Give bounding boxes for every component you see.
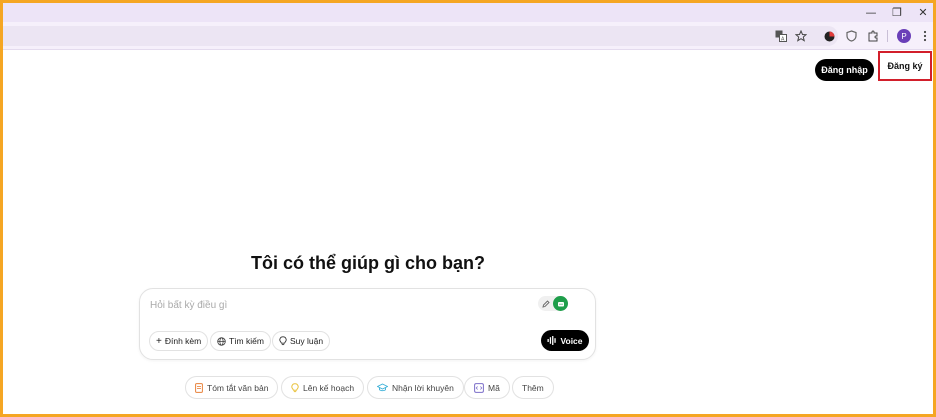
code-icon	[474, 382, 484, 393]
suggestion-plan[interactable]: Lên kế hoạch	[281, 376, 365, 399]
reason-chip[interactable]: Suy luận	[272, 331, 331, 351]
prompt-input[interactable]	[150, 298, 520, 312]
voice-button[interactable]: Voice	[541, 330, 589, 351]
document-icon	[195, 382, 203, 393]
profile-avatar[interactable]: P	[897, 29, 911, 43]
login-button[interactable]: Đăng nhập	[815, 59, 874, 81]
signup-label: Đăng ký	[887, 61, 923, 71]
suggestion-code[interactable]: Mã	[464, 376, 510, 399]
puzzle-icon[interactable]	[865, 28, 881, 44]
minimize-button[interactable]: —	[861, 5, 881, 19]
restore-icon: ❐	[892, 5, 902, 19]
attach-chip[interactable]: + Đính kèm	[149, 331, 209, 351]
suggestion-label: Thêm	[522, 382, 544, 393]
translate-icon[interactable]: A	[773, 28, 789, 44]
close-icon: ✕	[918, 5, 928, 19]
reason-label: Suy luận	[290, 336, 324, 346]
browser-window: — ❐ ✕ A P Đăng nhập Đăng ký Tôi có thể g…	[3, 3, 933, 414]
browser-toolbar: A P	[3, 22, 933, 50]
toolbar-divider	[887, 30, 888, 42]
title-bar: — ❐ ✕	[3, 3, 933, 22]
page-title: Tôi có thể giúp gì cho bạn?	[251, 253, 485, 273]
restore-button[interactable]: ❐	[887, 5, 907, 19]
search-label: Tìm kiếm	[229, 336, 264, 346]
pencil-icon	[542, 299, 550, 308]
suggestion-label: Mã	[488, 382, 500, 393]
lightbulb-icon	[279, 336, 287, 346]
lightbulb-icon	[291, 382, 299, 392]
shield-icon[interactable]	[843, 28, 859, 44]
signup-button[interactable]: Đăng ký	[878, 51, 932, 81]
globe-icon	[217, 336, 226, 346]
chat-composer: + Đính kèm Tìm kiếm Suy luận Voice	[139, 288, 596, 360]
suggestion-more[interactable]: Thêm	[512, 376, 554, 399]
more-icon[interactable]	[917, 28, 933, 44]
suggestion-label: Lên kế hoạch	[303, 382, 355, 393]
voice-label: Voice	[560, 335, 583, 346]
extension-red-icon[interactable]	[821, 28, 837, 44]
suggestion-advice[interactable]: Nhận lời khuyên	[367, 376, 464, 399]
extension-green-icon	[553, 296, 568, 311]
suggestion-label: Tóm tắt văn bản	[207, 382, 269, 393]
svg-text:A: A	[781, 37, 785, 43]
star-icon[interactable]	[793, 28, 809, 44]
plus-icon: +	[156, 335, 162, 347]
attach-label: Đính kèm	[164, 336, 202, 346]
waveform-icon	[547, 336, 557, 345]
composer-extension-pill[interactable]	[538, 296, 568, 311]
minimize-icon: —	[865, 5, 877, 19]
graduation-cap-icon	[377, 383, 388, 392]
address-bar[interactable]	[3, 26, 838, 46]
suggestion-summarize[interactable]: Tóm tắt văn bản	[185, 376, 279, 399]
close-window-button[interactable]: ✕	[913, 5, 933, 19]
suggestion-label: Nhận lời khuyên	[392, 382, 454, 393]
search-chip[interactable]: Tìm kiếm	[210, 331, 271, 351]
